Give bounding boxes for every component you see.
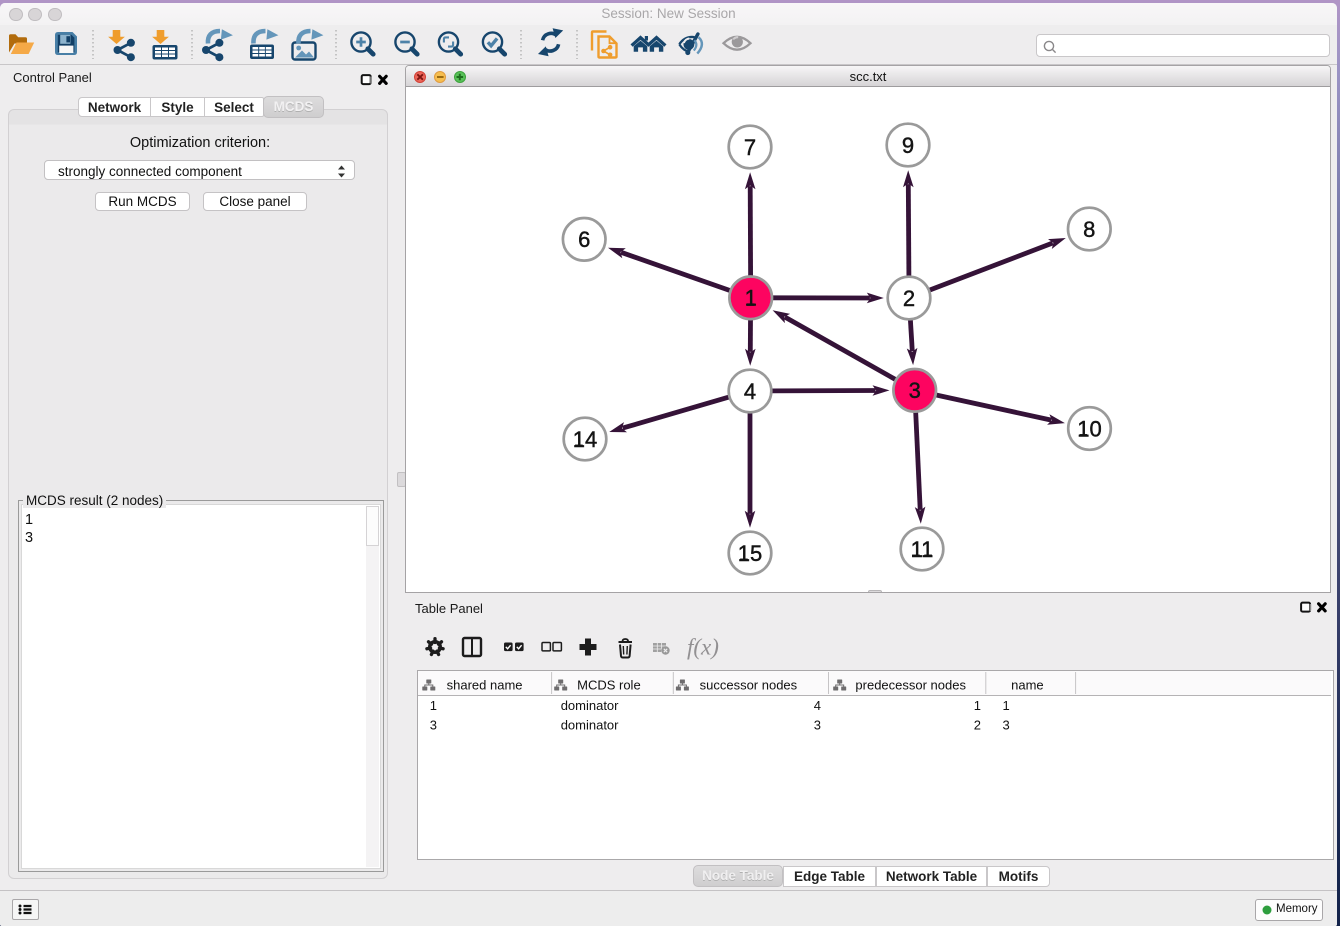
svg-text:7: 7 xyxy=(744,135,756,160)
svg-text:f(x): f(x) xyxy=(687,635,719,660)
svg-text:2: 2 xyxy=(903,286,915,311)
svg-text:11: 11 xyxy=(911,537,934,562)
svg-text:6: 6 xyxy=(578,227,590,252)
svg-text:4: 4 xyxy=(814,698,821,713)
svg-text:14: 14 xyxy=(573,427,597,452)
svg-text:4: 4 xyxy=(744,379,756,404)
svg-text:15: 15 xyxy=(738,541,762,566)
svg-text:1: 1 xyxy=(974,698,981,713)
svg-text:shared name: shared name xyxy=(447,678,523,693)
svg-text:9: 9 xyxy=(902,133,914,158)
svg-text:name: name xyxy=(1011,678,1044,693)
svg-text:dominator: dominator xyxy=(561,698,619,713)
svg-text:2: 2 xyxy=(974,717,981,732)
svg-text:dominator: dominator xyxy=(561,717,619,732)
svg-text:successor nodes: successor nodes xyxy=(700,678,798,693)
svg-text:1: 1 xyxy=(745,286,757,311)
svg-text:1: 1 xyxy=(430,698,437,713)
svg-text:1: 1 xyxy=(1003,698,1010,713)
svg-text:3: 3 xyxy=(430,717,437,732)
svg-text:MCDS role: MCDS role xyxy=(577,678,641,693)
svg-text:3: 3 xyxy=(814,717,821,732)
svg-text:8: 8 xyxy=(1083,217,1095,242)
svg-text:3: 3 xyxy=(1003,717,1010,732)
svg-text:3: 3 xyxy=(909,378,921,403)
svg-text:predecessor nodes: predecessor nodes xyxy=(855,678,966,693)
svg-text:10: 10 xyxy=(1077,416,1101,441)
